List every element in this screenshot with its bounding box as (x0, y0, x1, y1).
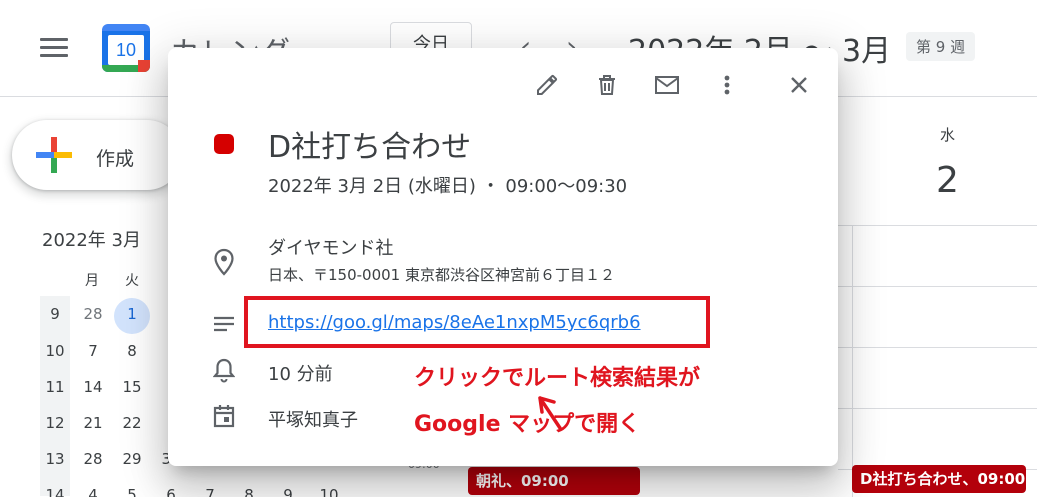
grid-divider (838, 347, 1037, 348)
grid-divider (838, 286, 1037, 287)
grid-divider (838, 408, 1037, 409)
event-chip-meeting[interactable]: D社打ち合わせ、09:00 (852, 465, 1026, 493)
event-details-popup: D社打ち合わせ 2022年 3月 2日 (水曜日) ・ 09:00〜09:30 … (168, 48, 838, 466)
main-menu-icon[interactable] (40, 38, 68, 58)
event-chip-morning[interactable]: 朝礼、09:00 (468, 467, 640, 495)
create-button[interactable]: 作成 (12, 120, 182, 190)
mini-calendar-title: 2022年 3月 (42, 230, 141, 251)
mini-day[interactable]: 1 (117, 305, 147, 323)
create-label: 作成 (96, 148, 135, 170)
day-column-weekday: 水 (940, 126, 956, 144)
location-pin-icon (208, 246, 240, 278)
link-highlight-box (244, 296, 710, 348)
mini-day[interactable]: 10 (314, 486, 344, 497)
mini-week-number[interactable]: 14 (40, 486, 70, 497)
mini-weekday-header: 火 (125, 273, 139, 289)
event-title: D社打ち合わせ (268, 130, 472, 165)
location-name: ダイヤモンド社 (268, 238, 394, 259)
grid-divider (838, 225, 1037, 226)
mini-day[interactable]: 29 (117, 450, 147, 468)
mini-week-number[interactable]: 9 (40, 305, 70, 323)
location-address: 日本、〒150-0001 東京都渋谷区神宮前６丁目１２ (268, 266, 615, 284)
mini-day[interactable]: 14 (78, 378, 108, 396)
mini-day[interactable]: 8 (234, 486, 264, 497)
mini-weekday-header: 月 (85, 273, 99, 289)
event-datetime: 2022年 3月 2日 (水曜日) ・ 09:00〜09:30 (268, 176, 628, 197)
mini-week-number[interactable]: 11 (40, 378, 70, 396)
annotation-line-2: Google マップで開く (414, 412, 641, 437)
plus-icon (36, 137, 72, 173)
pencil-icon[interactable] (532, 70, 562, 100)
calendar-logo-icon[interactable]: 10 (102, 24, 150, 72)
mini-day[interactable]: 28 (78, 305, 108, 323)
more-vert-icon[interactable] (712, 70, 742, 100)
reminder-text: 10 分前 (268, 364, 333, 385)
day-column-date[interactable]: 2 (936, 160, 959, 201)
description-icon (208, 308, 240, 340)
mini-day[interactable]: 5 (117, 486, 147, 497)
mini-day[interactable]: 22 (117, 414, 147, 432)
mini-day[interactable]: 6 (156, 486, 186, 497)
annotation-line-1: クリックでルート検索結果が (414, 366, 701, 391)
mini-week-number[interactable]: 12 (40, 414, 70, 432)
mini-day[interactable]: 15 (117, 378, 147, 396)
mini-day[interactable]: 28 (78, 450, 108, 468)
close-icon[interactable] (784, 70, 814, 100)
calendar-icon (208, 400, 240, 432)
mini-day[interactable]: 7 (195, 486, 225, 497)
week-number-badge: 第 9 週 (906, 32, 976, 61)
mini-day[interactable]: 21 (78, 414, 108, 432)
mini-day[interactable]: 8 (117, 342, 147, 360)
event-color-icon (214, 134, 234, 154)
mini-week-number[interactable]: 10 (40, 342, 70, 360)
mini-day[interactable]: 4 (78, 486, 108, 497)
trash-icon[interactable] (592, 70, 622, 100)
bell-icon (208, 354, 240, 386)
organizer-name: 平塚知真子 (268, 410, 358, 431)
grid-divider (852, 225, 853, 497)
mail-icon[interactable] (652, 70, 682, 100)
mini-day[interactable]: 9 (273, 486, 303, 497)
mini-day[interactable]: 7 (78, 342, 108, 360)
mini-week-number[interactable]: 13 (40, 450, 70, 468)
